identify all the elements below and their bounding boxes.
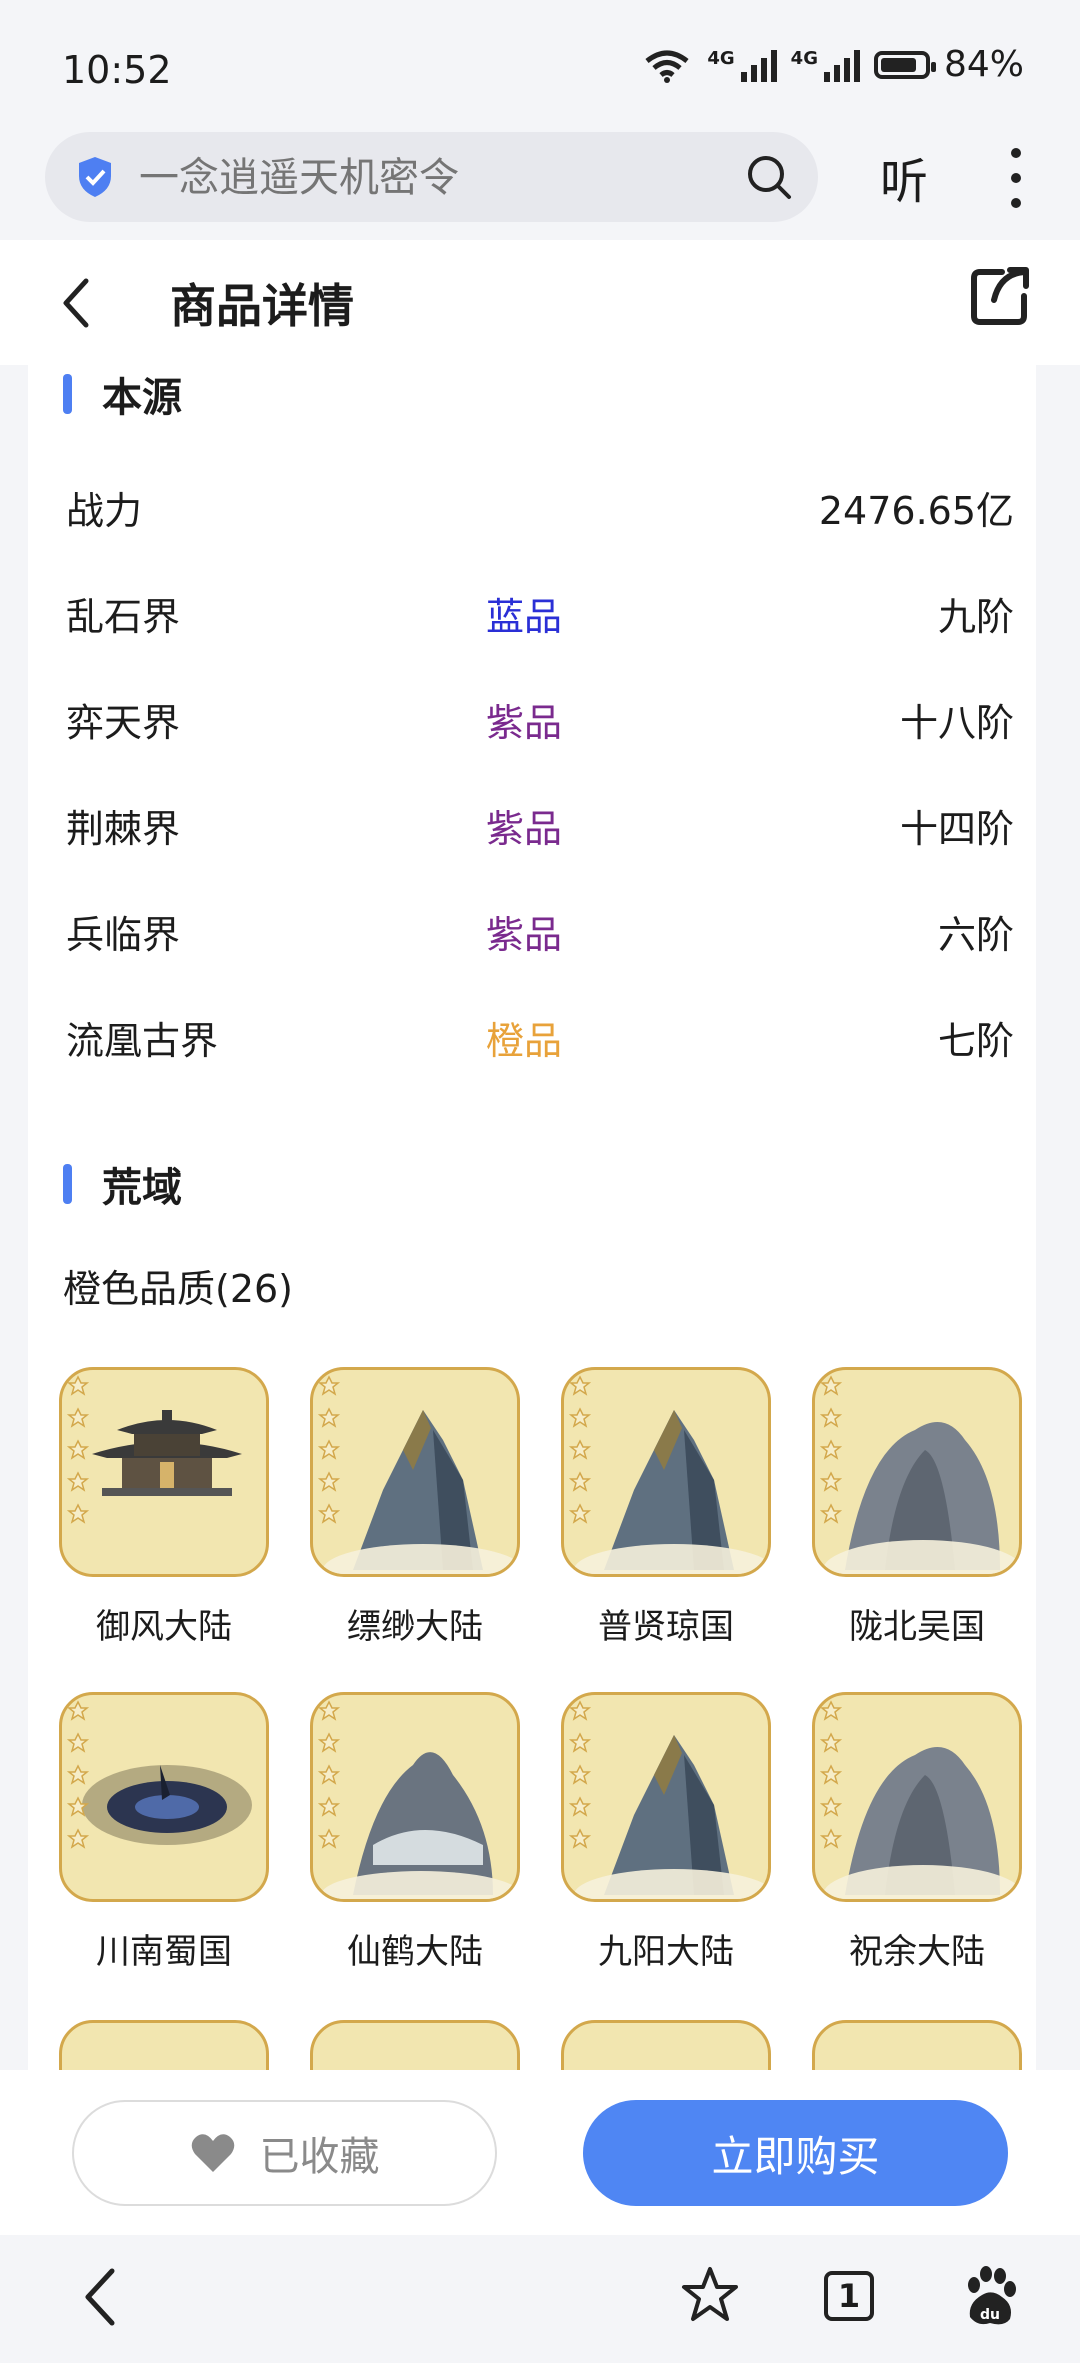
vortex-icon [59, 1692, 269, 1902]
tile-partial[interactable] [59, 2020, 269, 2070]
mountain-icon [812, 1692, 1022, 1902]
realm-row: 乱石界 蓝品 九阶 [66, 586, 1014, 646]
realm-quality: 紫品 [486, 807, 563, 851]
realm-row: 弈天界 紫品 十八阶 [66, 692, 1014, 752]
page-header: 商品详情 [0, 240, 1080, 365]
shield-icon [79, 157, 111, 197]
section-wild-heading: 荒域 [63, 1155, 182, 1213]
tile-partial[interactable] [812, 2020, 1022, 2070]
listen-button[interactable]: 听 [880, 142, 928, 212]
search-icon[interactable] [746, 154, 792, 200]
browser-nav-bar: 1 du [0, 2235, 1080, 2363]
pavilion-icon [59, 1367, 269, 1577]
realm-name: 弈天界 [66, 701, 181, 745]
realm-rank: 九阶 [937, 595, 1014, 639]
section-source-heading: 本源 [63, 365, 182, 423]
realm-rank: 七阶 [937, 1019, 1014, 1063]
region-name: 祝余大陆 [849, 1932, 985, 1972]
region-name: 缥缈大陆 [347, 1607, 483, 1647]
region-name: 川南蜀国 [96, 1932, 232, 1972]
region-tile[interactable]: 缥缈大陆 [310, 1367, 520, 1648]
realm-name: 流凰古界 [66, 1019, 219, 1063]
realm-row: 流凰古界 橙品 七阶 [66, 1010, 1014, 1070]
battery-icon [873, 50, 936, 79]
realm-row: 兵临界 紫品 六阶 [66, 904, 1014, 964]
battery-percent: 84% [943, 44, 1024, 85]
mountain-icon [812, 1367, 1022, 1577]
share-icon[interactable] [970, 266, 1030, 326]
realm-row: 荆棘界 紫品 十四阶 [66, 798, 1014, 858]
quality-count-label: 橙色品质(26) [63, 1267, 294, 1311]
nav-back-icon[interactable] [80, 2265, 120, 2329]
svg-text:du: du [980, 2307, 1000, 2323]
favorite-button[interactable]: 已收藏 [72, 2100, 497, 2206]
realm-rank: 六阶 [937, 913, 1014, 957]
wifi-icon [645, 50, 689, 83]
heart-icon [191, 2134, 234, 2172]
status-icons: 4G 4G 84% [641, 44, 1024, 85]
peak-icon [561, 1367, 771, 1577]
section-accent-bar [63, 374, 72, 414]
region-name: 陇北吴国 [849, 1607, 985, 1647]
region-tile[interactable]: 陇北吴国 [812, 1367, 1022, 1648]
realm-rank: 十四阶 [899, 807, 1014, 851]
realm-name: 兵临界 [66, 913, 181, 957]
region-tile[interactable]: 御风大陆 [59, 1367, 269, 1648]
realm-name: 荆棘界 [66, 807, 181, 851]
action-bar: 已收藏 立即购买 [0, 2070, 1080, 2235]
realm-quality: 橙品 [486, 1019, 563, 1063]
power-row: 战力 2476.65亿 [66, 489, 1014, 533]
product-detail-content[interactable]: 本源 战力 2476.65亿 乱石界 蓝品 九阶 弈天界 紫品 十八阶 荆棘界 紫品 十四阶 兵临… [28, 365, 1036, 2070]
signal-icon-2: 4G [791, 48, 860, 82]
realm-quality: 紫品 [486, 913, 563, 957]
region-tile[interactable]: 九阳大陆 [561, 1692, 771, 1973]
buy-now-button[interactable]: 立即购买 [583, 2100, 1008, 2206]
region-tile[interactable]: 川南蜀国 [59, 1692, 269, 1973]
region-name: 御风大陆 [96, 1607, 232, 1647]
tile-partial[interactable] [561, 2020, 771, 2070]
status-time: 10:52 [62, 48, 172, 92]
more-menu-icon[interactable] [1002, 148, 1030, 208]
search-bar[interactable] [45, 132, 818, 224]
realm-name: 乱石界 [66, 595, 181, 639]
peak-icon [561, 1692, 771, 1902]
signal-icon-1: 4G [707, 48, 777, 82]
region-name: 普贤琼国 [598, 1607, 734, 1647]
realm-quality: 蓝品 [486, 595, 563, 639]
tab-count-button[interactable]: 1 [824, 2271, 874, 2321]
peak-icon [310, 1367, 520, 1577]
region-tile[interactable]: 仙鹤大陆 [310, 1692, 520, 1973]
realm-quality: 紫品 [486, 701, 563, 745]
back-arrow-icon[interactable] [58, 275, 94, 331]
search-input[interactable] [137, 132, 656, 224]
favorite-label: 已收藏 [259, 2134, 380, 2180]
baidu-paw-icon[interactable]: du [960, 2265, 1020, 2327]
misty-mountain-icon [310, 1692, 520, 1902]
tile-partial[interactable] [310, 2020, 520, 2070]
star-icon[interactable] [680, 2265, 740, 2325]
page-title: 商品详情 [170, 279, 354, 333]
region-name: 仙鹤大陆 [347, 1932, 483, 1972]
status-bar: 10:52 4G 4G 84% [0, 0, 1080, 130]
realm-rank: 十八阶 [899, 701, 1014, 745]
region-tile[interactable]: 普贤琼国 [561, 1367, 771, 1648]
region-name: 九阳大陆 [598, 1932, 734, 1972]
section-accent-bar [63, 1164, 72, 1204]
region-tile[interactable]: 祝余大陆 [812, 1692, 1022, 1973]
